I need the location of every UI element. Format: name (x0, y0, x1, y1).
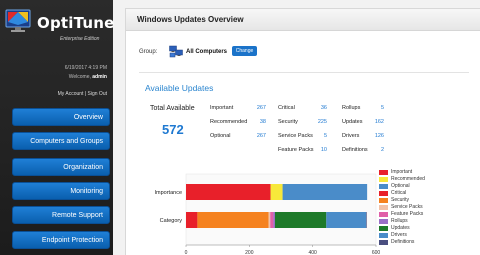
bar-segment (326, 212, 367, 228)
change-group-button[interactable]: Change (232, 46, 257, 56)
legend-swatch (379, 170, 388, 175)
welcome-prefix: Welcome, (68, 74, 91, 80)
welcome-text: Welcome, admin (69, 74, 107, 80)
legend-swatch (379, 212, 388, 217)
username: admin (92, 74, 107, 80)
main-panel: Windows Updates Overview Group: All Comp… (125, 8, 480, 255)
bar-segment (282, 184, 368, 200)
legend-label: Updates (391, 225, 410, 231)
current-datetime: 6/19/2017 4:19 PM (64, 65, 107, 71)
stat-security-value[interactable]: 225 (312, 119, 327, 125)
x-tick-label: 0 (185, 250, 188, 255)
legend-label: Critical (391, 190, 407, 196)
nav-computers-and-groups[interactable]: Computers and Groups (12, 132, 110, 150)
total-available-label: Total Available (150, 105, 195, 112)
x-tick-label: 200 (245, 250, 254, 255)
stat-important-label: Important (210, 105, 234, 111)
stat-rollups-value[interactable]: 5 (369, 105, 384, 111)
legend-label: Recommended (391, 176, 425, 182)
y-tick-label: Category (160, 218, 183, 224)
total-available-value: 572 (162, 122, 184, 137)
stat-recommended-label: Recommended (210, 119, 248, 125)
stat-drivers-value[interactable]: 126 (369, 133, 384, 139)
bar-segment (273, 212, 275, 228)
legend-label: Security (391, 197, 410, 203)
legend-swatch (379, 205, 388, 210)
account-links: My Account | Sign Out (58, 91, 107, 97)
link-separator: | (84, 91, 87, 97)
legend-label: Definitions (391, 239, 415, 245)
nav-remote-support[interactable]: Remote Support (12, 206, 110, 224)
bar-segment (274, 212, 327, 228)
bar-segment (186, 212, 198, 228)
stat-definitions-label: Definitions (342, 147, 368, 153)
sign-out-link[interactable]: Sign Out (88, 91, 107, 97)
nav-monitoring[interactable]: Monitoring (12, 182, 110, 200)
stat-feature-packs-value[interactable]: 10 (312, 147, 327, 153)
bar-segment (270, 212, 274, 228)
x-tick-label: 400 (308, 250, 317, 255)
section-title: Available Updates (145, 83, 214, 93)
legend-swatch (379, 198, 388, 203)
stat-rollups-label: Rollups (342, 105, 361, 111)
app-name: OptiTune (37, 14, 115, 32)
bar-segment (186, 184, 271, 200)
bar-segment (197, 212, 269, 228)
bar-segment (270, 184, 283, 200)
stat-important-value[interactable]: 267 (251, 105, 266, 111)
stat-optional-label: Optional (210, 133, 231, 139)
legend-label: Important (391, 169, 413, 175)
app-edition: Enterprise Edition (60, 36, 100, 42)
legend-swatch (379, 233, 388, 238)
my-account-link[interactable]: My Account (58, 91, 84, 97)
stat-updates-label: Updates (342, 119, 363, 125)
legend-swatch (379, 177, 388, 182)
stat-critical-value[interactable]: 36 (312, 105, 327, 111)
legend-swatch (379, 184, 388, 189)
y-tick-label: Importance (154, 190, 182, 196)
legend-label: Drivers (391, 232, 407, 238)
legend-label: Feature Packs (391, 211, 424, 217)
stat-service-packs-value[interactable]: 5 (312, 133, 327, 139)
stat-definitions-value[interactable]: 2 (369, 147, 384, 153)
nav-overview[interactable]: Overview (12, 108, 110, 126)
legend-swatch (379, 219, 388, 224)
computers-group-icon (169, 45, 183, 58)
bar-segment (268, 212, 271, 228)
chart-legend: Important Recommended Optional Critical Secu… (379, 169, 479, 249)
page-title: Windows Updates Overview (126, 9, 480, 31)
sidebar: OptiTune Enterprise Edition 6/19/2017 4:… (0, 0, 114, 255)
group-name: All Computers (186, 49, 228, 55)
legend-swatch (379, 191, 388, 196)
x-tick-label: 600 (372, 250, 381, 255)
updates-bar-chart: Importance Category 0 200 400 600 (154, 173, 381, 255)
group-selector: Group: All Computers Change (139, 45, 439, 61)
stat-critical-label: Critical (278, 105, 295, 111)
legend-label: Rollups (391, 218, 408, 224)
legend-label: Service Packs (391, 204, 423, 210)
legend-label: Optional (391, 183, 410, 189)
stat-security-label: Security (278, 119, 298, 125)
legend-swatch (379, 226, 388, 231)
app-logo: OptiTune Enterprise Edition (4, 6, 114, 46)
monitor-icon (5, 9, 31, 32)
nav-organization[interactable]: Organization (12, 158, 110, 176)
divider (139, 72, 469, 73)
stat-updates-value[interactable]: 162 (369, 119, 384, 125)
stat-drivers-label: Drivers (342, 133, 360, 139)
nav-endpoint-protection[interactable]: Endpoint Protection (12, 231, 110, 249)
stat-feature-packs-label: Feature Packs (278, 147, 314, 153)
stat-optional-value[interactable]: 267 (251, 133, 266, 139)
stat-service-packs-label: Service Packs (278, 133, 313, 139)
bar-segment (366, 212, 367, 228)
stat-recommended-value[interactable]: 38 (251, 119, 266, 125)
group-label: Group: (139, 49, 158, 55)
legend-swatch (379, 240, 388, 245)
